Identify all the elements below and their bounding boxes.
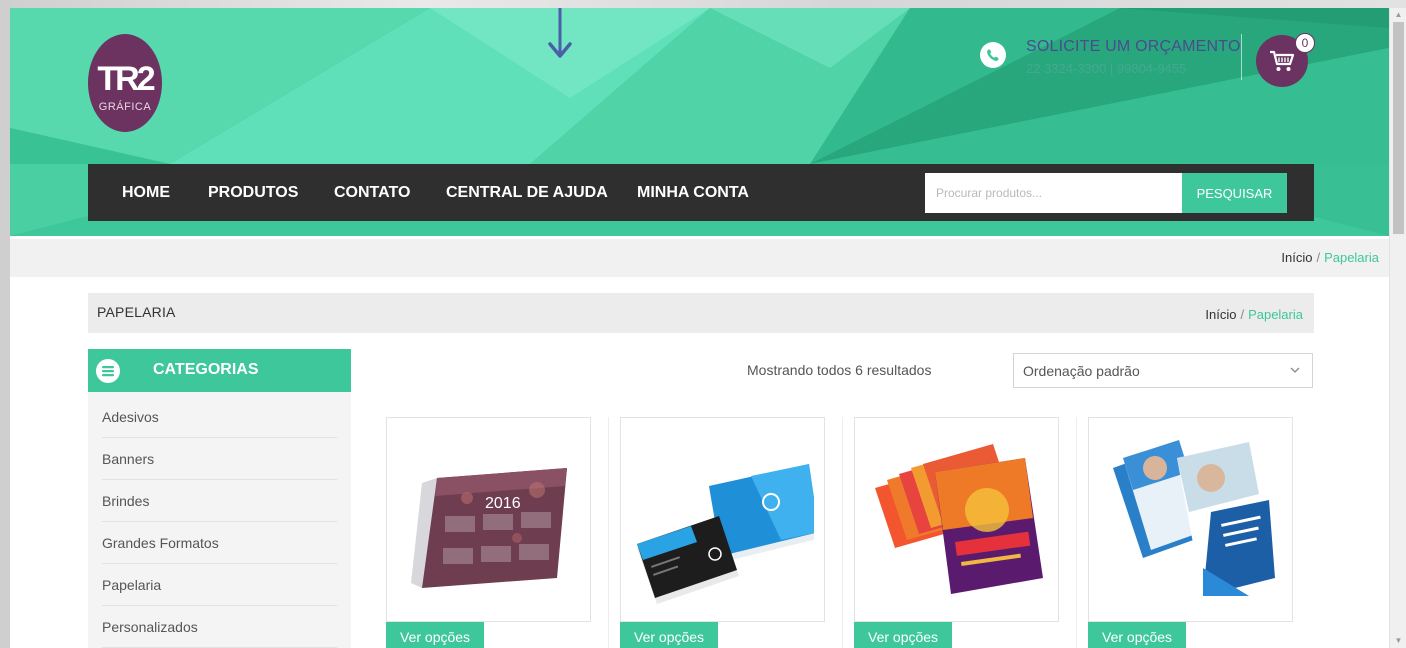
header-divider xyxy=(1241,34,1242,80)
breadcrumb-band: Início / Papelaria xyxy=(10,239,1389,277)
phone-icon xyxy=(980,42,1006,68)
cart-icon xyxy=(1270,50,1295,71)
product-card[interactable] xyxy=(620,417,825,622)
menu-icon xyxy=(96,359,120,383)
categories-header[interactable]: CATEGORIAS xyxy=(88,349,351,392)
product-image-party-flyers xyxy=(875,444,1043,594)
arrow-down-icon xyxy=(548,8,572,58)
scroll-up-icon[interactable]: ▲ xyxy=(1390,8,1406,22)
title-breadcrumb-separator: / xyxy=(1240,307,1245,322)
site-header: TR2 GRÁFICA SOLICITE UM ORÇAMENTO 22 332… xyxy=(10,8,1389,236)
logo-text: TR2 xyxy=(97,60,155,98)
scrollbar-thumb[interactable] xyxy=(1393,22,1404,234)
page-title: PAPELARIA xyxy=(97,304,176,320)
category-papelaria[interactable]: Papelaria xyxy=(102,564,337,606)
column-divider xyxy=(1076,417,1077,648)
main-nav: HOME PRODUTOS CONTATO CENTRAL DE AJUDA M… xyxy=(88,164,1314,221)
column-divider xyxy=(842,417,843,648)
category-adesivos[interactable]: Adesivos xyxy=(102,396,337,438)
search-button[interactable]: PESQUISAR xyxy=(1182,173,1287,213)
page-title-bar: PAPELARIA Início / Papelaria xyxy=(88,293,1314,333)
product-options-button[interactable]: Ver opções xyxy=(386,622,485,648)
quote-phones: 22 3324-3300 | 99804-9455 xyxy=(1026,61,1187,76)
result-count: Mostrando todos 6 resultados xyxy=(747,362,932,378)
scroll-down-icon[interactable]: ▼ xyxy=(1390,634,1406,648)
chevron-down-icon xyxy=(1290,367,1300,373)
logo-subtext: GRÁFICA xyxy=(98,101,152,113)
categories-title: CATEGORIAS xyxy=(153,361,259,378)
category-brindes[interactable]: Brindes xyxy=(102,480,337,522)
title-breadcrumb-current[interactable]: Papelaria xyxy=(1248,307,1303,322)
breadcrumb-home[interactable]: Início xyxy=(1281,250,1312,265)
sort-select[interactable]: Ordenação padrão xyxy=(1013,353,1313,388)
nav-item-home[interactable]: HOME xyxy=(122,164,170,221)
breadcrumb-separator: / xyxy=(1316,250,1321,265)
product-image-business-cards xyxy=(637,464,814,604)
quote-title[interactable]: SOLICITE UM ORÇAMENTO xyxy=(1026,38,1241,56)
product-image-calendar: 2016 xyxy=(411,468,567,588)
window-frame-top xyxy=(0,0,1406,8)
product-card[interactable] xyxy=(1088,417,1293,622)
window-frame-left xyxy=(0,0,10,648)
title-breadcrumb-home[interactable]: Início xyxy=(1205,307,1236,322)
product-card[interactable] xyxy=(854,417,1059,622)
product-options-button[interactable]: Ver opções xyxy=(620,622,719,648)
nav-item-minha-conta[interactable]: MINHA CONTA xyxy=(637,164,749,221)
breadcrumb: Início / Papelaria xyxy=(1281,250,1379,265)
product-options-button[interactable]: Ver opções xyxy=(1088,622,1187,648)
product-card[interactable]: 2016 xyxy=(386,417,591,622)
category-banners[interactable]: Banners xyxy=(102,438,337,480)
product-image-business-flyers xyxy=(1113,440,1275,596)
search-input[interactable] xyxy=(925,173,1182,213)
breadcrumb-current[interactable]: Papelaria xyxy=(1324,250,1379,265)
categories-list: Adesivos Banners Brindes Grandes Formato… xyxy=(88,392,351,648)
category-grandes-formatos[interactable]: Grandes Formatos xyxy=(102,522,337,564)
scrollbar[interactable]: ▲ ▼ xyxy=(1389,8,1406,648)
sort-selected-value: Ordenação padrão xyxy=(1023,363,1140,379)
title-breadcrumb: Início / Papelaria xyxy=(1205,307,1303,322)
page: TR2 GRÁFICA SOLICITE UM ORÇAMENTO 22 332… xyxy=(10,8,1389,648)
nav-item-central-de-ajuda[interactable]: CENTRAL DE AJUDA xyxy=(446,164,608,221)
product-options-button[interactable]: Ver opções xyxy=(854,622,953,648)
nav-item-produtos[interactable]: PRODUTOS xyxy=(208,164,298,221)
calendar-year: 2016 xyxy=(485,495,521,512)
category-personalizados[interactable]: Personalizados xyxy=(102,606,337,648)
column-divider xyxy=(608,417,609,648)
cart-count-badge: 0 xyxy=(1295,33,1315,53)
nav-item-contato[interactable]: CONTATO xyxy=(334,164,410,221)
